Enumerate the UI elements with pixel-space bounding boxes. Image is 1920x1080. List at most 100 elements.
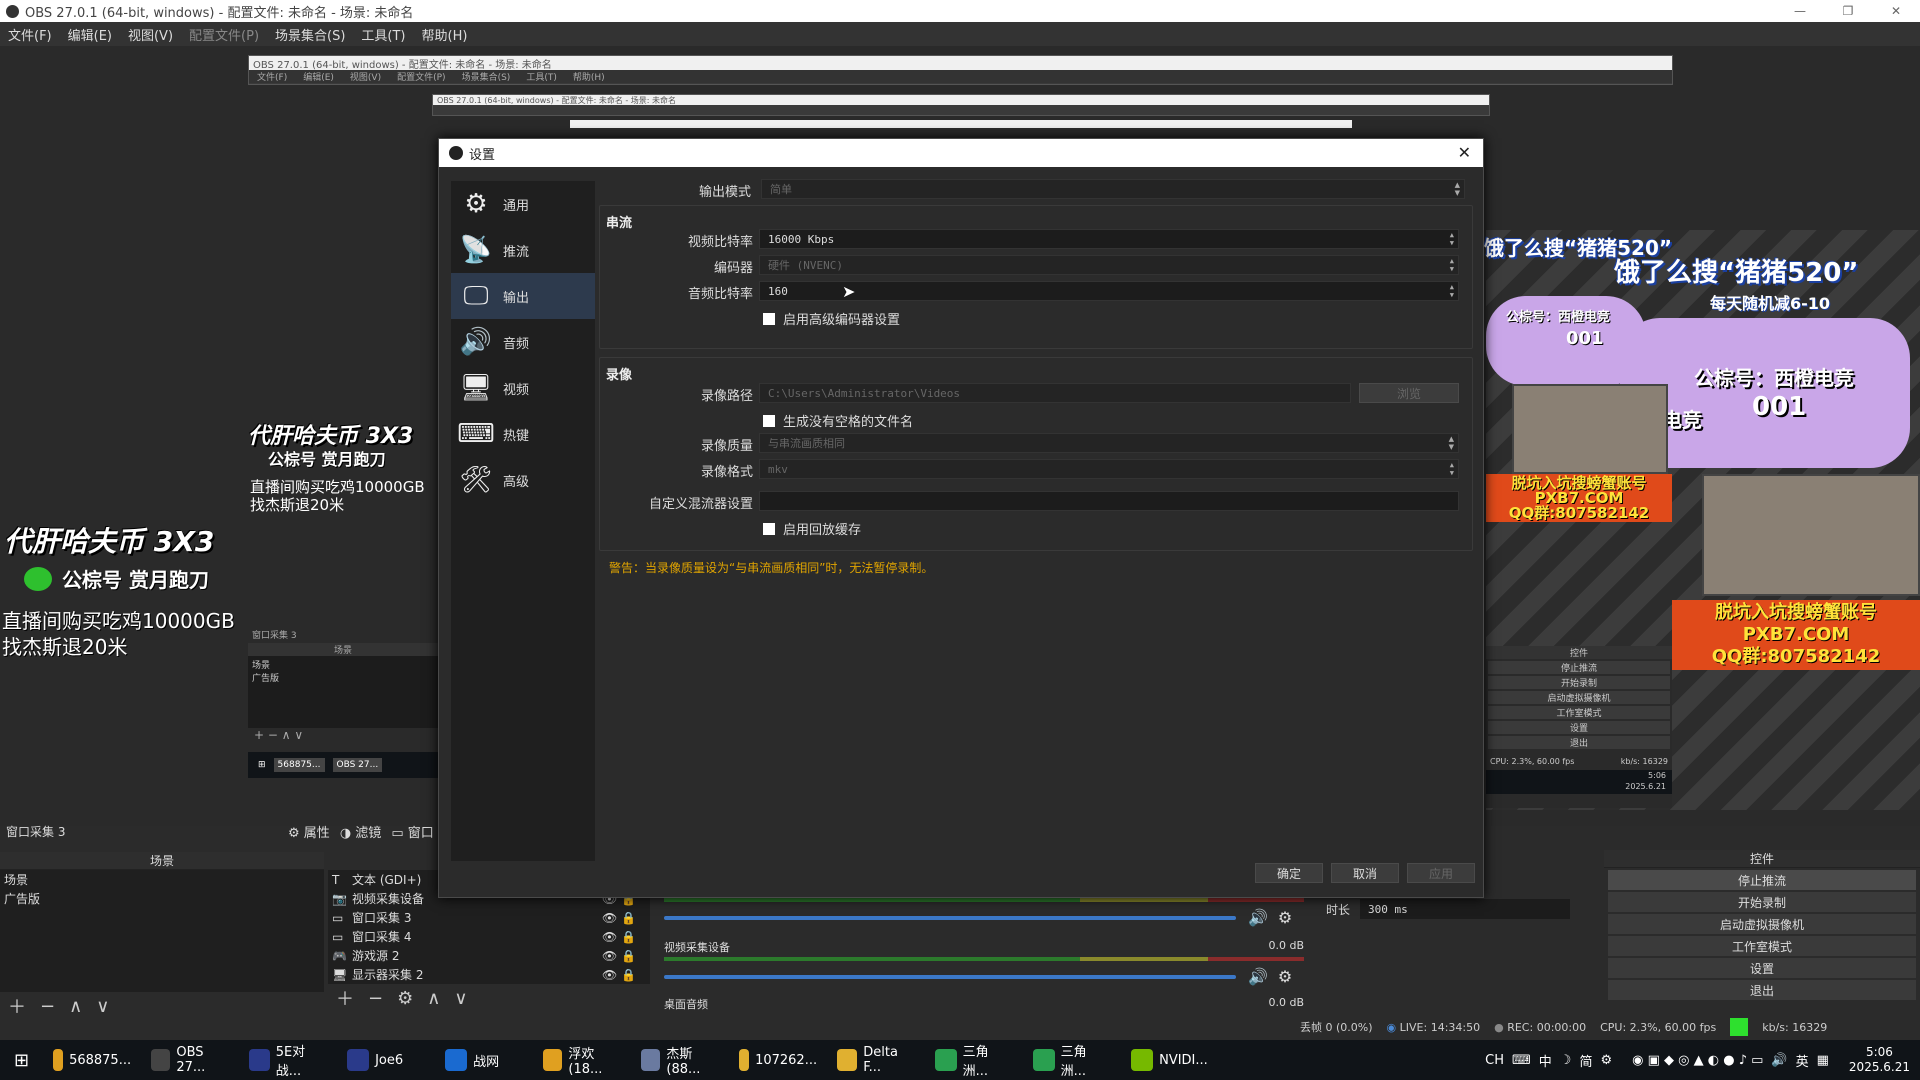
add-scene-icon[interactable]: ＋ xyxy=(8,993,26,1019)
ok-button[interactable]: 确定 xyxy=(1255,863,1323,883)
maximize-button[interactable]: ❐ xyxy=(1824,0,1872,22)
speaker-icon[interactable]: 🔊 xyxy=(1771,1053,1787,1068)
output-mode-select[interactable]: 简单 ▲ ▼ xyxy=(761,179,1465,199)
nav-general[interactable]: ⚙ 通用 xyxy=(451,181,595,227)
studio-mode-button[interactable]: 工作室模式 xyxy=(1608,936,1916,956)
move-up-icon[interactable]: ∧ xyxy=(69,996,82,1017)
ime-simplified[interactable]: 简 xyxy=(1579,1051,1592,1070)
menu-tools[interactable]: 工具(T) xyxy=(353,25,413,44)
volume-slider[interactable] xyxy=(664,915,1236,920)
taskbar-app[interactable]: OBS 27... xyxy=(141,1040,239,1080)
taskbar-app[interactable]: 战网 xyxy=(435,1040,533,1080)
close-button[interactable]: ✕ xyxy=(1872,0,1920,22)
minimize-button[interactable]: — xyxy=(1776,0,1824,22)
rec-path-input[interactable]: C:\Users\Administrator\Videos xyxy=(759,383,1351,403)
source-settings-icon[interactable]: ⚙ xyxy=(397,988,413,1009)
window-button[interactable]: ▭ 窗口 xyxy=(391,822,433,841)
text-icon: T xyxy=(332,872,340,887)
menu-help[interactable]: 帮助(H) xyxy=(414,25,476,44)
close-icon[interactable]: ✕ xyxy=(1458,143,1471,162)
move-down-icon[interactable]: ∨ xyxy=(96,996,109,1017)
stop-streaming-button[interactable]: 停止推流 xyxy=(1608,870,1916,890)
source-up-icon[interactable]: ∧ xyxy=(427,988,440,1009)
source-item[interactable]: 🎮 游戏源 2 👁 🔒 xyxy=(328,946,650,965)
taskbar-app[interactable]: Delta F... xyxy=(827,1040,925,1080)
replay-buffer-checkbox[interactable]: 启用回放缓存 xyxy=(763,519,861,538)
menu-profile[interactable]: 配置文件(P) xyxy=(181,25,267,44)
visibility-eye-icon[interactable]: 👁 🔒 xyxy=(602,968,636,982)
taskbar-app[interactable]: 568875... xyxy=(43,1040,141,1080)
speaker-icon[interactable]: 🔊 xyxy=(1248,908,1268,927)
menu-edit[interactable]: 编辑(E) xyxy=(60,25,120,44)
nav-stream[interactable]: 📡 推流 xyxy=(451,227,595,273)
source-label: 显示器采集 2 xyxy=(352,968,424,982)
visibility-eye-icon[interactable]: 👁 🔒 xyxy=(602,911,636,925)
language-indicator[interactable]: 英 xyxy=(1796,1051,1809,1070)
calendar-icon[interactable]: ▦ xyxy=(1817,1053,1829,1068)
exit-button[interactable]: 退出 xyxy=(1608,980,1916,1000)
menu-file[interactable]: 文件(F) xyxy=(0,25,60,44)
filters-button[interactable]: ◑ 滤镜 xyxy=(340,822,382,841)
taskbar-app[interactable]: 三角洲... xyxy=(1023,1040,1121,1080)
mixer-track-name: 视频采集设备 xyxy=(664,941,730,954)
nav-label: 推流 xyxy=(503,244,530,260)
properties-button[interactable]: ⚙ 属性 xyxy=(288,822,330,841)
apply-button[interactable]: 应用 xyxy=(1407,863,1475,883)
taskbar-app[interactable]: 107262... xyxy=(729,1040,827,1080)
visibility-eye-icon[interactable]: 👁 🔒 xyxy=(602,930,636,944)
nav-hotkeys[interactable]: ⌨ 热键 xyxy=(451,411,595,457)
rec-quality-select[interactable]: 与串流画质相同 ▲ ▼ xyxy=(759,433,1459,453)
source-item[interactable]: ▭ 窗口采集 3 👁 🔒 xyxy=(328,908,650,927)
gear-icon[interactable]: ⚙ xyxy=(1600,1053,1612,1068)
mixer-settings-icon[interactable]: ⚙ xyxy=(1278,967,1292,986)
taskbar-app[interactable]: 浮欢(18... xyxy=(533,1040,631,1080)
settings-button[interactable]: 设置 xyxy=(1608,958,1916,978)
visibility-eye-icon[interactable]: 👁 🔒 xyxy=(602,949,636,963)
spin-icon: ▲ ▼ xyxy=(1449,231,1454,247)
mouse-cursor-icon: ➤ xyxy=(842,282,856,301)
input-language[interactable]: CH xyxy=(1485,1053,1504,1068)
video-bitrate-input[interactable]: 16000 Kbps ▲ ▼ xyxy=(759,229,1459,249)
mixer-settings-icon[interactable]: ⚙ xyxy=(1278,908,1292,927)
remove-source-icon[interactable]: − xyxy=(368,988,383,1009)
muxer-input[interactable] xyxy=(759,491,1459,511)
menu-view[interactable]: 视图(V) xyxy=(120,25,181,44)
rec-format-select[interactable]: mkv ▲ ▼ xyxy=(759,459,1459,479)
scene-item[interactable]: 广告版 xyxy=(0,889,324,908)
cpu-usage: CPU: 2.3%, 60.00 fps xyxy=(1600,1020,1717,1034)
start-button[interactable]: ⊞ xyxy=(0,1040,43,1080)
duration-input[interactable]: 300 ms xyxy=(1360,899,1571,919)
mini-control: 启动虚拟摄像机 xyxy=(1488,691,1670,704)
keyboard-icon[interactable]: ⌨ xyxy=(1512,1053,1531,1068)
gamepad-icon: 🎮 xyxy=(332,948,347,963)
source-item[interactable]: ▭ 窗口采集 4 👁 🔒 xyxy=(328,927,650,946)
taskbar-app[interactable]: 杰斯(88... xyxy=(631,1040,729,1080)
cancel-button[interactable]: 取消 xyxy=(1331,863,1399,883)
clock[interactable]: 5:06 2025.6.21 xyxy=(1849,1045,1910,1075)
audio-bitrate-select[interactable]: 160 ▲ ▼ xyxy=(759,281,1459,301)
menu-scene-collection[interactable]: 场景集合(S) xyxy=(267,25,353,44)
adv-encoder-checkbox[interactable]: 启用高级编码器设置 xyxy=(763,309,900,328)
nav-output[interactable]: 🖵 输出 xyxy=(451,273,595,319)
nav-audio[interactable]: 🔊 音频 xyxy=(451,319,595,365)
encoder-select[interactable]: 硬件 (NVENC) ▲ ▼ xyxy=(759,255,1459,275)
volume-slider[interactable] xyxy=(664,974,1236,979)
start-recording-button[interactable]: 开始录制 xyxy=(1608,892,1916,912)
ime-mode[interactable]: 中 xyxy=(1539,1051,1552,1070)
taskbar-app[interactable]: 5E对战... xyxy=(239,1040,337,1080)
scene-item[interactable]: 场景 xyxy=(0,870,324,889)
taskbar-app[interactable]: Joe6 xyxy=(337,1040,435,1080)
nav-advanced[interactable]: 🛠 高级 xyxy=(451,457,595,503)
speaker-icon[interactable]: 🔊 xyxy=(1248,967,1268,986)
no-space-checkbox[interactable]: 生成没有空格的文件名 xyxy=(763,411,913,430)
source-item[interactable]: 🖥 显示器采集 2 👁 🔒 xyxy=(328,965,650,984)
browse-button[interactable]: 浏览 xyxy=(1359,383,1459,403)
nav-video[interactable]: 🖥 视频 xyxy=(451,365,595,411)
tray-app-icons[interactable]: ◉ ▣ ◆ ◎ ▲ ◐ ● ♪ ▭ xyxy=(1632,1053,1763,1068)
add-source-icon[interactable]: ＋ xyxy=(336,985,354,1011)
remove-scene-icon[interactable]: − xyxy=(40,996,55,1017)
virtual-camera-button[interactable]: 启动虚拟摄像机 xyxy=(1608,914,1916,934)
taskbar-app[interactable]: NVIDI... xyxy=(1121,1040,1219,1080)
taskbar-app[interactable]: 三角洲... xyxy=(925,1040,1023,1080)
source-down-icon[interactable]: ∨ xyxy=(454,988,467,1009)
